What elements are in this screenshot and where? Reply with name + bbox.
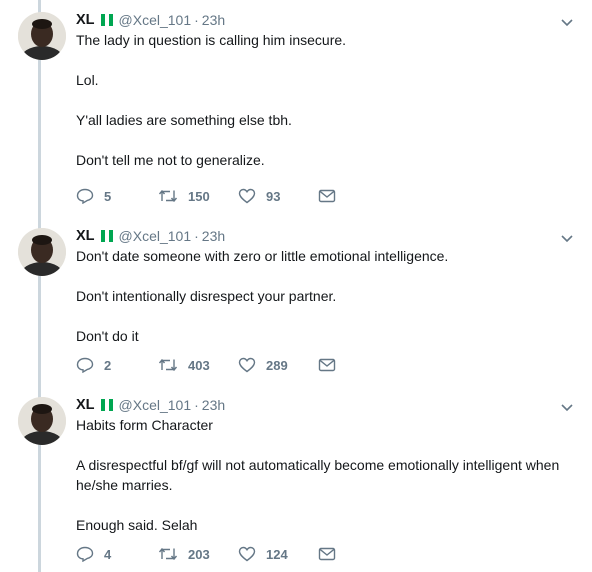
separator-dot: · [194,12,199,28]
direct-message-icon [318,358,336,372]
like-icon [238,357,256,373]
display-name[interactable]: XL [76,228,95,244]
tweet-actions: 5 150 93 [76,188,336,204]
reply-icon [76,188,94,204]
nigeria-flag-icon [100,399,113,411]
tweet-text: Habits form Character A disrespectful bf… [76,415,564,535]
tweet-text: Don't date someone with zero or little e… [76,246,564,346]
reply-icon [76,357,94,373]
retweet-count: 403 [188,357,210,373]
reply-button[interactable]: 4 [76,546,158,562]
separator-dot: · [194,228,199,244]
user-handle[interactable]: @Xcel_101 [119,397,192,413]
tweet-2[interactable]: XL @Xcel_101 · 23h Don't date someone wi… [0,220,592,385]
avatar[interactable] [18,397,66,445]
like-icon [238,188,256,204]
tweet-1[interactable]: XL @Xcel_101 · 23h The lady in question … [0,4,592,214]
like-count: 124 [266,546,288,562]
like-count: 93 [266,188,281,204]
separator-dot: · [194,397,199,413]
reply-icon [76,546,94,562]
direct-message-button[interactable] [318,189,336,203]
direct-message-icon [318,547,336,561]
direct-message-icon [318,189,336,203]
reply-count: 5 [104,188,112,204]
user-handle[interactable]: @Xcel_101 [119,228,192,244]
tweet-3[interactable]: XL @Xcel_101 · 23h Habits form Character… [0,389,592,569]
tweet-paragraph: Don't date someone with zero or little e… [76,248,449,264]
like-count: 289 [266,357,288,373]
retweet-button[interactable]: 203 [158,547,238,562]
avatar[interactable] [18,228,66,276]
like-button[interactable]: 124 [238,546,318,562]
like-button[interactable]: 93 [238,188,318,204]
tweet-paragraph: Enough said. Selah [76,517,198,533]
retweet-icon [158,358,178,372]
direct-message-button[interactable] [318,547,336,561]
tweet-text: The lady in question is calling him inse… [76,30,564,170]
tweet-paragraph: Don't tell me not to generalize. [76,152,265,168]
nigeria-flag-icon [100,230,113,242]
display-name[interactable]: XL [76,397,95,413]
retweet-count: 203 [188,546,210,562]
timestamp[interactable]: 23h [202,228,225,244]
tweet-header: XL @Xcel_101 · 23h [76,226,564,246]
retweet-icon [158,189,178,203]
tweet-actions: 4 203 124 [76,546,336,562]
caret-down-icon[interactable] [560,403,574,413]
retweet-count: 150 [188,188,210,204]
reply-button[interactable]: 2 [76,357,158,373]
display-name[interactable]: XL [76,12,95,28]
tweet-header: XL @Xcel_101 · 23h [76,395,564,415]
tweet-paragraph: Habits form Character [76,417,213,433]
tweet-paragraph: Don't do it [76,328,139,344]
nigeria-flag-icon [100,14,113,26]
tweet-paragraph: A disrespectful bf/gf will not automatic… [76,457,560,493]
caret-down-icon[interactable] [560,234,574,244]
tweet-paragraph: Don't intentionally disrespect your part… [76,288,337,304]
like-icon [238,546,256,562]
reply-count: 4 [104,546,112,562]
timestamp[interactable]: 23h [202,12,225,28]
retweet-button[interactable]: 150 [158,189,238,204]
caret-down-icon[interactable] [560,18,574,28]
tweet-paragraph: Y'all ladies are something else tbh. [76,112,292,128]
tweet-header: XL @Xcel_101 · 23h [76,10,564,30]
reply-count: 2 [104,357,112,373]
user-handle[interactable]: @Xcel_101 [119,12,192,28]
tweet-actions: 2 403 289 [76,357,336,373]
tweet-paragraph: The lady in question is calling him inse… [76,32,347,48]
direct-message-button[interactable] [318,358,336,372]
like-button[interactable]: 289 [238,357,318,373]
retweet-button[interactable]: 403 [158,358,238,373]
tweet-paragraph: Lol. [76,72,99,88]
retweet-icon [158,547,178,561]
timestamp[interactable]: 23h [202,397,225,413]
avatar[interactable] [18,12,66,60]
reply-button[interactable]: 5 [76,188,158,204]
